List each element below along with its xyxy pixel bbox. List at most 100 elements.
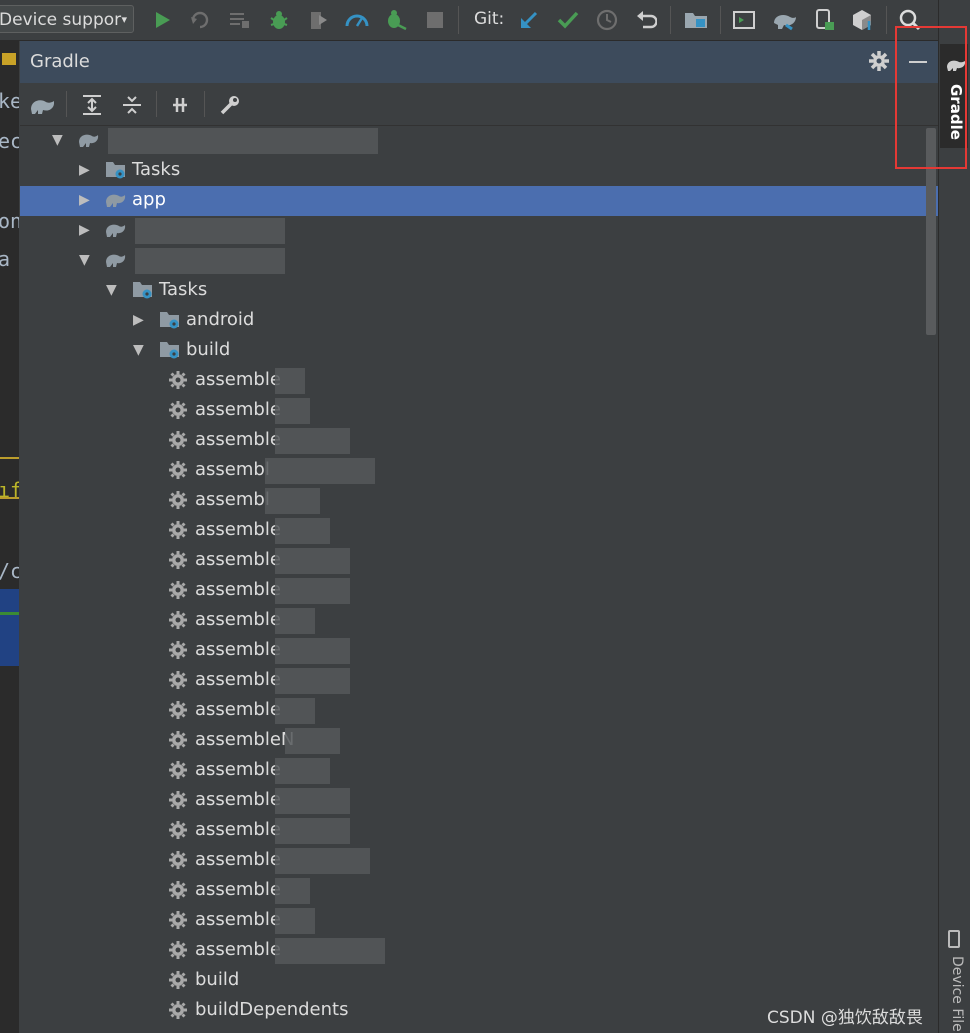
terminal-icon[interactable] (732, 8, 756, 32)
redacted-block (285, 728, 340, 754)
tree-row-label: assemble (195, 789, 281, 810)
expanded-arrow-icon[interactable]: ▼ (79, 252, 91, 268)
tree-row[interactable]: assemble (20, 936, 938, 966)
tree-row[interactable]: assemble (20, 546, 938, 576)
tree-row[interactable]: assemble (20, 696, 938, 726)
tree-row-label: assembleN (195, 729, 295, 750)
expanded-arrow-icon[interactable]: ▼ (106, 282, 118, 298)
task-gear-icon (168, 940, 190, 962)
tree-row[interactable]: assemble (20, 636, 938, 666)
tasks-folder-icon (159, 340, 181, 362)
tree-row[interactable]: assemble (20, 786, 938, 816)
profile-icon[interactable] (345, 8, 369, 32)
tree-row[interactable]: assemble (20, 876, 938, 906)
tree-row[interactable]: assembl (20, 486, 938, 516)
tree-row[interactable]: ▼ (20, 126, 938, 156)
warning-marker (2, 53, 16, 65)
project-structure-icon[interactable] (684, 8, 708, 32)
tree-row-label: Tasks (132, 159, 181, 180)
tree-row[interactable]: assemble (20, 756, 938, 786)
tree-row-label: assemble (195, 609, 281, 630)
gradle-refresh-icon[interactable] (30, 93, 54, 117)
redacted-block (275, 668, 350, 694)
device-selector-label: Device suppor (0, 10, 122, 30)
task-gear-icon (168, 460, 190, 482)
collapsed-arrow-icon[interactable]: ▶ (79, 222, 91, 238)
tree-row[interactable]: assemble (20, 396, 938, 426)
tree-row[interactable]: ▶ (20, 216, 938, 246)
expanded-arrow-icon[interactable]: ▼ (133, 342, 145, 358)
tree-row[interactable]: ▼ build (20, 336, 938, 366)
redacted-block (135, 218, 285, 244)
code-fragment: ec (0, 129, 19, 153)
device-selector[interactable]: Device suppor ▾ (0, 5, 134, 33)
tree-row[interactable]: ▶ Tasks (20, 156, 938, 186)
code-fragment: /c (0, 559, 19, 583)
gradle-elephant-icon (105, 220, 127, 242)
expanded-arrow-icon[interactable]: ▼ (52, 132, 64, 148)
tree-row-label: assemble (195, 399, 281, 420)
sdk-manager-icon[interactable] (850, 8, 874, 32)
git-rollback-icon[interactable] (634, 8, 658, 32)
tree-row-label: assemble (195, 759, 281, 780)
redacted-block (275, 878, 310, 904)
gear-icon[interactable] (868, 50, 890, 76)
redacted-block (265, 488, 320, 514)
redacted-block (275, 758, 330, 784)
tree-row[interactable]: ▼ (20, 246, 938, 276)
tree-row[interactable]: build (20, 966, 938, 996)
tree-row[interactable]: assemble (20, 666, 938, 696)
tree-row[interactable]: assemble (20, 516, 938, 546)
rerun-icon[interactable] (188, 8, 212, 32)
tree-row[interactable]: ▶ app (20, 186, 938, 216)
git-commit-icon[interactable] (556, 8, 580, 32)
highlight-line (0, 457, 19, 459)
redacted-block (275, 908, 315, 934)
task-gear-icon (168, 370, 190, 392)
redacted-block (275, 788, 350, 814)
task-gear-icon (168, 580, 190, 602)
tree-row-label: assemble (195, 519, 281, 540)
tree-row[interactable]: assembl (20, 456, 938, 486)
avd-manager-icon[interactable] (812, 8, 836, 32)
git-update-icon[interactable] (517, 8, 541, 32)
tree-row[interactable]: assemble (20, 426, 938, 456)
task-gear-icon (168, 970, 190, 992)
build-list-icon[interactable] (228, 8, 252, 32)
stop-icon[interactable] (423, 8, 447, 32)
tree-row-label: assemble (195, 369, 281, 390)
panel-title: Gradle (30, 51, 90, 72)
tree-row[interactable]: assembleN (20, 726, 938, 756)
collapsed-arrow-icon[interactable]: ▶ (133, 312, 145, 328)
device-file-tab[interactable]: Device File (945, 956, 965, 1032)
collapsed-arrow-icon[interactable]: ▶ (79, 192, 91, 208)
tree-row[interactable]: assemble (20, 846, 938, 876)
toolbar-separator (156, 91, 157, 117)
coverage-icon[interactable] (306, 8, 330, 32)
tree-row[interactable]: ▼ Tasks (20, 276, 938, 306)
gradle-settings-icon[interactable] (218, 93, 242, 117)
collapsed-arrow-icon[interactable]: ▶ (79, 162, 91, 178)
collapse-all-icon[interactable] (120, 93, 144, 117)
tree-row-label: android (186, 309, 255, 330)
run-icon[interactable] (150, 8, 174, 32)
attach-debugger-icon[interactable] (384, 8, 408, 32)
tree-row[interactable]: assemble (20, 816, 938, 846)
code-fragment: on (0, 209, 19, 233)
debug-icon[interactable] (267, 8, 291, 32)
task-gear-icon (168, 520, 190, 542)
toggle-offline-icon[interactable] (168, 93, 192, 117)
task-gear-icon (168, 820, 190, 842)
tree-row-label: assemble (195, 819, 281, 840)
tree-row-label: build (195, 969, 240, 990)
expand-all-icon[interactable] (80, 93, 104, 117)
tree-row[interactable]: assemble (20, 906, 938, 936)
gradle-sync-icon[interactable] (772, 8, 796, 32)
tree-row[interactable]: ▶ android (20, 306, 938, 336)
task-gear-icon (168, 430, 190, 452)
git-history-icon[interactable] (595, 8, 619, 32)
tree-row[interactable]: assemble (20, 576, 938, 606)
gradle-elephant-icon (105, 250, 127, 272)
tree-row[interactable]: assemble (20, 606, 938, 636)
tree-row[interactable]: assemble (20, 366, 938, 396)
